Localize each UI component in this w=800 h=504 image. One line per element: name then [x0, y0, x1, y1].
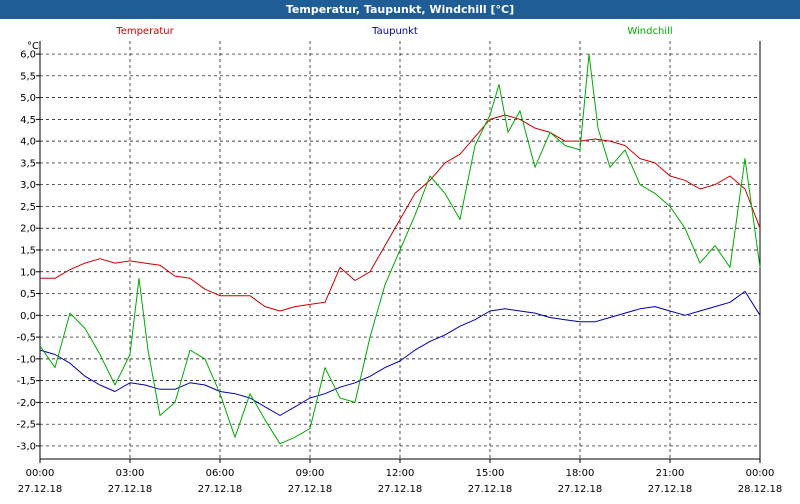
x-tick-label-date: 28.12.18	[738, 484, 783, 495]
x-tick-label-time: 00:00	[746, 468, 775, 479]
legend-entry-windchill: Windchill	[627, 26, 672, 37]
y-tick-label: 3,0	[20, 180, 36, 191]
chart-svg: -3,0 -2,5 -2,0 -1,5 -1,0 -0,5 0,0 0,5 1,0 1,5 2,0 2…	[16, 26, 782, 495]
x-tick-label-time: 09:00	[296, 468, 325, 479]
x-tick-label-date: 27.12.18	[648, 484, 693, 495]
y-tick-label: -1,5	[16, 376, 36, 387]
axes: -3,0 -2,5 -2,0 -1,5 -1,0 -0,5 0,0 0,5 1,0 1,5 2,0 2…	[16, 41, 782, 495]
chart-title: Temperatur, Taupunkt, Windchill [°C]	[0, 0, 800, 19]
x-tick-label-date: 27.12.18	[108, 484, 153, 495]
x-tick-label-date: 27.12.18	[198, 484, 243, 495]
y-tick-label: -2,5	[16, 420, 36, 431]
y-tick-label: 3,5	[20, 158, 36, 169]
y-tick-label: 0,5	[20, 289, 36, 300]
y-tick-label: 2,0	[20, 224, 36, 235]
y-tick-label: 4,5	[20, 115, 36, 126]
x-tick-label-time: 06:00	[206, 468, 235, 479]
y-tick-label: 1,0	[20, 267, 36, 278]
y-tick-label: 2,5	[20, 202, 36, 213]
y-tick-label: -2,0	[16, 398, 36, 409]
x-tick-label-date: 27.12.18	[288, 484, 333, 495]
x-tick-label-time: 21:00	[656, 468, 685, 479]
x-tick-label-date: 27.12.18	[558, 484, 603, 495]
legend-entry-taupunkt: Taupunkt	[371, 26, 418, 37]
x-tick-label-date: 27.12.18	[468, 484, 513, 495]
x-tick-label-time: 03:00	[116, 468, 145, 479]
y-tick-label: -1,0	[16, 354, 36, 365]
y-tick-label: 1,5	[20, 246, 36, 257]
x-tick-label-date: 27.12.18	[18, 484, 63, 495]
x-tick-label-time: 12:00	[386, 468, 415, 479]
y-axis-unit-label: °C	[27, 41, 39, 52]
x-tick-label-time: 18:00	[566, 468, 595, 479]
y-tick-label: 5,0	[20, 93, 36, 104]
y-tick-label: -0,5	[16, 333, 36, 344]
x-tick-label-time: 15:00	[476, 468, 505, 479]
y-tick-label: -3,0	[16, 441, 36, 452]
y-tick-label: 0,0	[20, 311, 36, 322]
legend: Temperatur Taupunkt Windchill	[115, 26, 672, 37]
y-tick-label: 4,0	[20, 137, 36, 148]
x-tick-label-time: 00:00	[26, 468, 55, 479]
x-tick-label-date: 27.12.18	[378, 484, 423, 495]
chart-area: -3,0 -2,5 -2,0 -1,5 -1,0 -0,5 0,0 0,5 1,0 1,5 2,0 2…	[0, 19, 800, 500]
legend-entry-temperatur: Temperatur	[115, 26, 174, 37]
y-tick-label: 5,5	[20, 71, 36, 82]
